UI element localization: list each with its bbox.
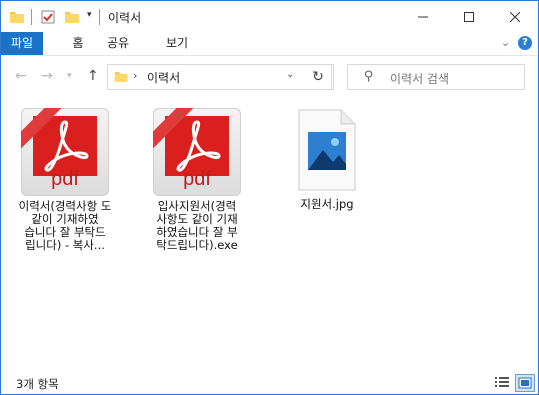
tab-view[interactable]: 보기 [157, 32, 197, 55]
recent-locations-chevron-icon[interactable]: ▾ [67, 71, 72, 81]
search-icon: ⚲ [364, 69, 374, 84]
toolbar-divider [99, 9, 100, 25]
file-name: 지원서.jpg [300, 197, 354, 211]
tab-file[interactable]: 파일 [1, 32, 43, 55]
refresh-icon: ↻ [312, 69, 324, 85]
file-item[interactable]: pdf 입사지원서(경력 사항도 같이 기재 하였습니다 잘 부 탁드립니다).… [149, 108, 245, 252]
pdf-icon: pdf [153, 108, 241, 196]
ribbon-tabs: 파일 홈 공유 보기 ⌄ ? [1, 32, 538, 56]
explorer-window: ▾ 이력서 파일 홈 공유 보기 ⌄ ? ← → ▾ ↑ › 이력서 ⌄ ↻ ⚲… [0, 0, 539, 395]
file-name: 이력서(경력사항 도 같이 기재하였 습니다 잘 부탁드 립니다) - 복사..… [18, 199, 112, 252]
image-file-icon [297, 108, 357, 192]
properties-icon[interactable] [40, 9, 56, 28]
tab-share[interactable]: 공유 [98, 32, 138, 55]
search-placeholder: 이력서 검색 [390, 72, 450, 86]
file-item[interactable]: pdf 이력서(경력사항 도 같이 기재하였 습니다 잘 부탁드 립니다) - … [17, 108, 113, 252]
folder-icon [9, 9, 25, 28]
maximize-button[interactable] [446, 1, 492, 32]
window-title: 이력서 [108, 11, 142, 25]
large-icons-view-button[interactable] [515, 374, 535, 392]
tab-home[interactable]: 홈 [63, 32, 93, 55]
back-arrow-icon[interactable]: ← [15, 68, 27, 84]
quick-access-dropdown-icon[interactable]: ▾ [87, 10, 92, 20]
pdf-label: pdf [51, 168, 79, 190]
item-count: 3개 항목 [16, 377, 59, 391]
file-list: pdf 이력서(경력사항 도 같이 기재하였 습니다 잘 부탁드 립니다) - … [1, 98, 538, 370]
up-arrow-icon[interactable]: ↑ [87, 68, 99, 84]
pdf-label: pdf [183, 168, 211, 190]
toolbar-divider [31, 9, 32, 25]
expand-ribbon-chevron-icon[interactable]: ⌄ [501, 36, 510, 49]
refresh-button[interactable]: ↻ [305, 64, 332, 90]
large-icons-view-icon [518, 377, 532, 389]
minimize-button[interactable] [400, 1, 446, 32]
breadcrumb-current[interactable]: 이력서 [147, 69, 180, 86]
search-box[interactable]: ⚲ 이력서 검색 [347, 64, 525, 90]
details-view-icon [495, 377, 509, 387]
maximize-icon [464, 11, 474, 22]
close-button[interactable] [492, 1, 538, 32]
address-dropdown-icon[interactable]: ⌄ [286, 69, 294, 80]
minimize-icon [418, 16, 428, 17]
status-bar: 3개 항목 [1, 370, 538, 394]
title-bar: ▾ 이력서 [1, 1, 538, 32]
folder-icon [114, 70, 128, 86]
details-view-button[interactable] [493, 374, 511, 390]
address-bar[interactable]: › 이력서 ⌄ [107, 64, 334, 90]
file-name: 입사지원서(경력 사항도 같이 기재 하였습니다 잘 부 탁드립니다).exe [156, 199, 238, 252]
forward-arrow-icon[interactable]: → [41, 68, 53, 84]
pdf-icon: pdf [21, 108, 109, 196]
file-item[interactable]: 지원서.jpg [279, 108, 375, 211]
navigation-bar: ← → ▾ ↑ › 이력서 ⌄ ↻ ⚲ 이력서 검색 [1, 56, 538, 98]
help-icon[interactable]: ? [518, 36, 532, 50]
close-icon [510, 11, 520, 22]
new-folder-icon[interactable] [64, 9, 80, 28]
breadcrumb-separator[interactable]: › [133, 69, 137, 82]
